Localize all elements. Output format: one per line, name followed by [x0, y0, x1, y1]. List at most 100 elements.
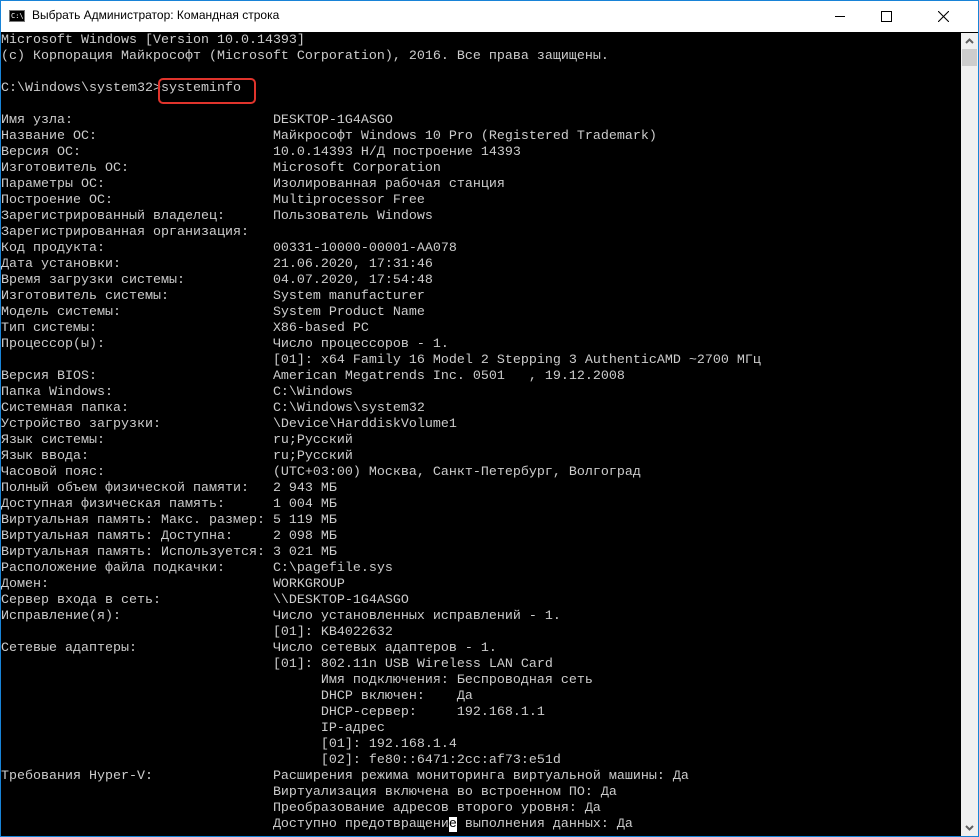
output-value: WORKGROUP	[272, 577, 345, 592]
output-line: Виртуальная память: Доступна: 2 098 МБ	[1, 529, 961, 545]
output-value: Число процессоров - 1.	[272, 337, 449, 352]
output-line: Параметры ОС: Изолированная рабочая станц…	[1, 177, 961, 193]
output-line: Системная папка: C:\Windows\system32	[1, 401, 961, 417]
output-line: Сетевые адаптеры: Число сетевых адаптеров…	[1, 641, 961, 657]
title-bar[interactable]: C:\. Выбрать Администратор: Командная ст…	[1, 1, 978, 32]
output-line: Процессор(ы): Число процессоров - 1.	[1, 337, 961, 353]
output-value: Имя подключения: Беспроводная сеть	[272, 673, 593, 688]
output-label: Модель системы:	[1, 305, 121, 320]
output-value: DESKTOP-1G4ASGO	[272, 113, 393, 128]
output-label: Тип системы:	[1, 321, 97, 336]
output-label: Сетевые адаптеры:	[1, 641, 137, 656]
scrollbar-thumb[interactable]	[962, 49, 977, 66]
output-label: Зарегистрированная организация:	[1, 225, 249, 240]
output-label: Системная папка:	[1, 401, 129, 416]
output-line: Изготовитель ОС: Microsoft Corporation	[1, 161, 961, 177]
output-line: Виртуальная память: Используется: 3 021 М…	[1, 545, 961, 561]
close-button[interactable]	[909, 1, 977, 32]
output-line: Сервер входа в сеть: \\DESKTOP-1G4ASGO	[1, 593, 961, 609]
console-output[interactable]: Microsoft Windows [Version 10.0.14393] (…	[1, 33, 961, 836]
output-value: [01]: 192.168.1.4	[272, 737, 457, 752]
output-label: Папка Windows:	[1, 385, 113, 400]
output-label: Требования Hyper-V:	[1, 769, 153, 784]
output-label: Параметры ОС:	[1, 177, 105, 192]
chevron-up-icon	[965, 38, 974, 44]
output-line: Время загрузки системы: 04.07.2020, 17:54…	[1, 273, 961, 289]
output-line: [02]: fe80::6471:2cc:af73:e51d	[1, 753, 961, 769]
output-label: Исправление(я):	[1, 609, 121, 624]
output-label: Имя узла:	[1, 113, 73, 128]
maximize-button[interactable]	[863, 1, 909, 32]
output-label: Построение ОС:	[1, 193, 113, 208]
output-value: DHCP включен: Да	[272, 689, 473, 704]
command-prompt-window: C:\. Выбрать Администратор: Командная ст…	[0, 0, 979, 837]
minimize-icon	[835, 16, 845, 17]
output-line: Виртуализация включена во встроенном ПО:…	[1, 785, 961, 801]
output-value: Изолированная рабочая станция	[272, 177, 505, 192]
output-label: Дата установки:	[1, 257, 121, 272]
output-value: 3 021 МБ	[272, 545, 337, 560]
output-label: Домен:	[1, 577, 49, 592]
header-line: (c) Корпорация Майкрософт (Microsoft Cor…	[1, 49, 609, 64]
output-value: C:\pagefile.sys	[272, 561, 393, 576]
output-label: Виртуальная память: Макс. размер:	[1, 513, 265, 528]
output-line: Дата установки: 21.06.2020, 17:31:46	[1, 257, 961, 273]
output-line: Код продукта: 00331-10000-00001-AA078	[1, 241, 961, 257]
output-label: Доступная физическая память:	[1, 497, 225, 512]
output-label: Время загрузки системы:	[1, 273, 185, 288]
output-line: [01]: KB4022632	[1, 625, 961, 641]
output-label: Часовой пояс:	[1, 465, 105, 480]
output-value: 21.06.2020, 17:31:46	[272, 257, 433, 272]
output-label: Сервер входа в сеть:	[1, 593, 161, 608]
output-line: Доступно предотвращение выполнения данны…	[1, 817, 961, 833]
output-line: Имя узла: DESKTOP-1G4ASGO	[1, 113, 961, 129]
output-label: Версия BIOS:	[1, 369, 97, 384]
output-line: Папка Windows: C:\Windows	[1, 385, 961, 401]
output-line: [01]: x64 Family 16 Model 2 Stepping 3 A…	[1, 353, 961, 369]
prompt-path: C:\Windows\system32>	[1, 81, 161, 96]
text-cursor: е	[448, 817, 457, 832]
header-line: Microsoft Windows [Version 10.0.14393]	[1, 33, 305, 48]
output-label: Код продукта:	[1, 241, 105, 256]
output-label: Версия ОС:	[1, 145, 81, 160]
output-value: Доступно предотвращени	[272, 817, 449, 832]
scroll-down-button[interactable]	[961, 820, 978, 836]
output-value: Multiprocessor Free	[272, 193, 425, 208]
output-value: 04.07.2020, 17:54:48	[272, 273, 433, 288]
output-line: IP-адрес	[1, 721, 961, 737]
output-label: Расположение файла подкачки:	[1, 561, 225, 576]
output-value: X86-based PC	[272, 321, 369, 336]
output-line: Построение ОС: Multiprocessor Free	[1, 193, 961, 209]
output-line: Версия BIOS: American Megatrends Inc. 050…	[1, 369, 961, 385]
output-label: Изготовитель ОС:	[1, 161, 129, 176]
vertical-scrollbar[interactable]	[961, 33, 978, 836]
output-line: Модель системы: System Product Name	[1, 305, 961, 321]
output-value: Число сетевых адаптеров - 1.	[272, 641, 497, 656]
output-line: DHCP включен: Да	[1, 689, 961, 705]
output-value: [01]: x64 Family 16 Model 2 Stepping 3 A…	[272, 353, 761, 368]
output-line: [01]: 802.11n USB Wireless LAN Card	[1, 657, 961, 673]
output-value: Число установленных исправлений - 1.	[272, 609, 561, 624]
scroll-up-button[interactable]	[961, 33, 978, 49]
output-value: 2 943 МБ	[272, 481, 337, 496]
output-line: Домен: WORKGROUP	[1, 577, 961, 593]
output-value: 10.0.14393 Н/Д построение 14393	[272, 145, 521, 160]
output-label: Язык ввода:	[1, 449, 89, 464]
output-line: [01]: 192.168.1.4	[1, 737, 961, 753]
output-line: Язык ввода: ru;Русский	[1, 449, 961, 465]
output-value: ru;Русский	[272, 433, 353, 448]
command-highlight-box	[158, 78, 256, 104]
output-line: Имя подключения: Беспроводная сеть	[1, 673, 961, 689]
output-value: Расширения режима мониторинга виртуально…	[272, 769, 689, 784]
output-value: Microsoft Corporation	[272, 161, 441, 176]
minimize-button[interactable]	[817, 1, 863, 32]
output-line: DHCP-сервер: 192.168.1.1	[1, 705, 961, 721]
output-label: Изготовитель системы:	[1, 289, 169, 304]
output-line: Тип системы: X86-based PC	[1, 321, 961, 337]
output-value: IP-адрес	[272, 721, 385, 736]
cmd-app-icon[interactable]: C:\.	[9, 10, 25, 22]
output-line: Требования Hyper-V: Расширения режима мон…	[1, 769, 961, 785]
output-value: 5 119 МБ	[272, 513, 337, 528]
output-line: Название ОС: Майкрософт Windows 10 Pro (R…	[1, 129, 961, 145]
